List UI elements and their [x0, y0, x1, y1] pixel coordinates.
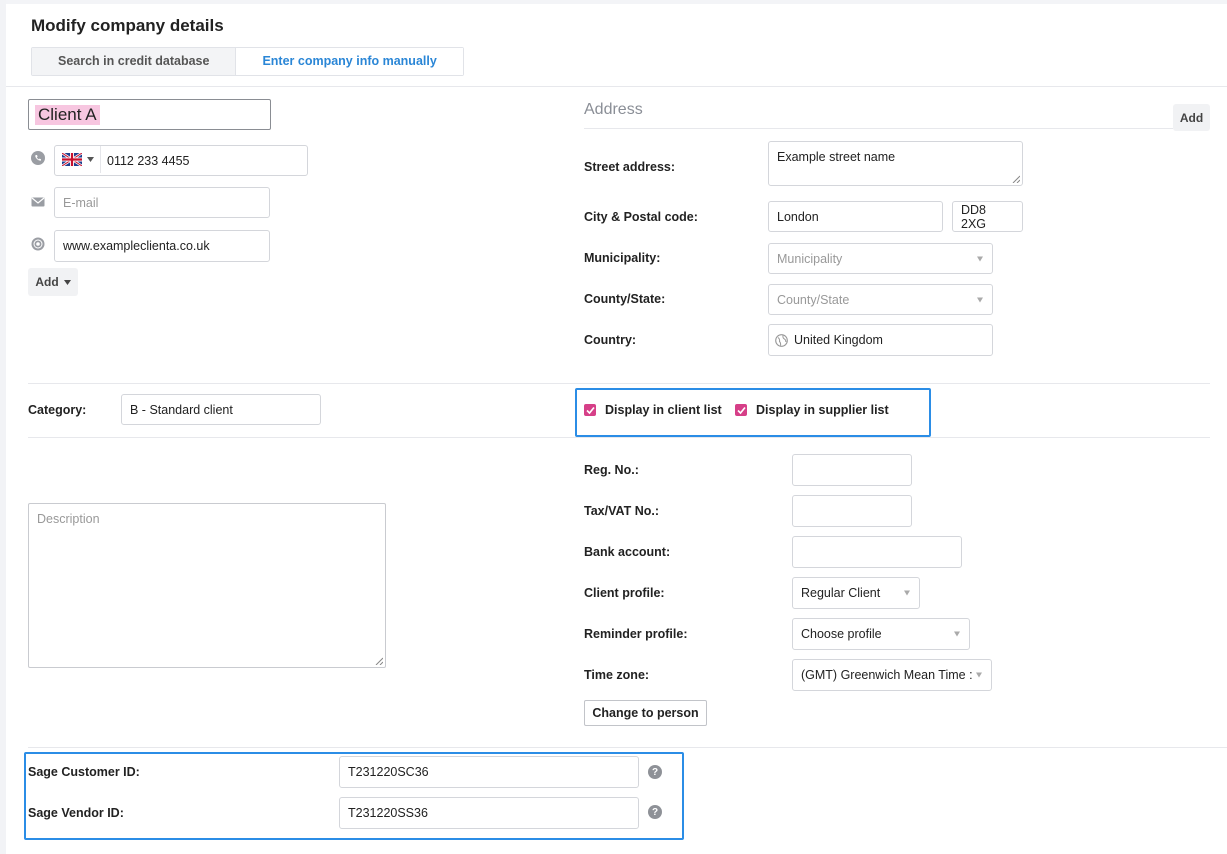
client-profile-value: Regular Client	[801, 586, 881, 600]
uk-flag-icon	[62, 153, 82, 166]
supplier-list-checkbox[interactable]	[735, 404, 747, 416]
email-icon	[31, 197, 45, 207]
top-divider	[0, 0, 1227, 4]
add-contact-button[interactable]: Add	[28, 268, 78, 296]
chevron-down-icon	[87, 157, 94, 162]
globe-icon	[775, 334, 788, 347]
supplier-list-label[interactable]: Display in supplier list	[756, 403, 889, 417]
city-value: London	[777, 209, 819, 224]
chevron-down-icon	[954, 631, 960, 637]
sage-vendor-id-input[interactable]: T231220SS36	[339, 797, 639, 829]
tax-vat-input[interactable]	[792, 495, 912, 527]
bank-account-label: Bank account:	[584, 545, 671, 559]
chevron-down-icon	[63, 279, 71, 285]
municipality-placeholder: Municipality	[777, 251, 843, 266]
website-input[interactable]: www.exampleclienta.co.uk	[54, 230, 270, 262]
time-zone-label: Time zone:	[584, 668, 650, 682]
section-divider-1	[28, 383, 1210, 384]
header-divider	[6, 86, 1227, 87]
sage-customer-id-input[interactable]: T231220SC36	[339, 756, 639, 788]
client-profile-select[interactable]: Regular Client	[792, 577, 920, 609]
street-address-label: Street address:	[584, 160, 676, 174]
change-to-person-button[interactable]: Change to person	[584, 700, 707, 726]
sage-customer-id-label: Sage Customer ID:	[28, 765, 140, 779]
client-list-label[interactable]: Display in client list	[605, 403, 722, 417]
resize-handle-icon[interactable]	[375, 657, 383, 665]
page-title: Modify company details	[31, 16, 224, 35]
time-zone-value: (GMT) Greenwich Mean Time :	[801, 668, 973, 682]
email-placeholder: E-mail	[63, 195, 99, 210]
resize-handle-icon[interactable]	[1012, 175, 1020, 183]
category-select[interactable]: B - Standard client	[121, 394, 321, 425]
section-divider-3	[28, 747, 1227, 748]
municipality-label: Municipality:	[584, 251, 661, 265]
chevron-down-icon	[977, 256, 983, 261]
country-label: Country:	[584, 333, 637, 347]
bank-account-input[interactable]	[792, 536, 962, 568]
tax-vat-label: Tax/VAT No.:	[584, 504, 659, 518]
municipality-select[interactable]: Municipality	[768, 243, 993, 274]
email-input[interactable]: E-mail	[54, 187, 270, 218]
description-textarea[interactable]: Description	[28, 503, 386, 668]
chevron-down-icon	[904, 590, 910, 596]
county-state-label: County/State:	[584, 292, 666, 306]
phone-value: 0112 233 4455	[107, 153, 190, 168]
address-divider	[584, 128, 1173, 129]
check-icon	[585, 406, 595, 414]
county-state-select[interactable]: County/State	[768, 284, 993, 315]
address-heading: Address	[584, 101, 643, 118]
reg-no-input[interactable]	[792, 454, 912, 486]
country-input[interactable]: United Kingdom	[768, 324, 993, 356]
country-code-selector[interactable]	[55, 146, 101, 173]
category-label: Category:	[28, 403, 87, 417]
reminder-profile-label: Reminder profile:	[584, 627, 688, 641]
modify-company-page: Modify company details Search in credit …	[0, 0, 1227, 854]
sage-customer-id-value: T231220SC36	[348, 765, 429, 779]
city-postal-label: City & Postal code:	[584, 210, 698, 224]
section-divider-2	[28, 437, 1210, 438]
company-name-text: Client A	[35, 104, 100, 125]
tab-enter-manually[interactable]: Enter company info manually	[235, 48, 463, 75]
sage-vendor-id-value: T231220SS36	[348, 806, 428, 820]
help-icon[interactable]: ?	[648, 765, 662, 779]
phone-icon	[31, 151, 45, 165]
reminder-profile-select[interactable]: Choose profile	[792, 618, 970, 650]
country-value: United Kingdom	[794, 333, 883, 347]
street-address-input[interactable]: Example street name	[768, 141, 1023, 186]
description-placeholder: Description	[37, 512, 100, 526]
left-gutter	[0, 0, 6, 854]
company-name-input[interactable]: Client A	[28, 99, 271, 130]
postal-code-input[interactable]: DD8 2XG	[952, 201, 1023, 232]
check-icon	[736, 406, 746, 414]
tab-search-credit-database[interactable]: Search in credit database	[32, 48, 236, 75]
time-zone-select[interactable]: (GMT) Greenwich Mean Time :	[792, 659, 992, 691]
sage-vendor-id-label: Sage Vendor ID:	[28, 806, 124, 820]
county-state-placeholder: County/State	[777, 292, 850, 307]
postal-code-value: DD8 2XG	[961, 202, 987, 231]
client-list-checkbox[interactable]	[584, 404, 596, 416]
reminder-profile-value: Choose profile	[801, 627, 882, 641]
chevron-down-icon	[976, 672, 982, 678]
category-value: B - Standard client	[130, 402, 233, 417]
reg-no-label: Reg. No.:	[584, 463, 639, 477]
website-value: www.exampleclienta.co.uk	[63, 239, 210, 253]
street-address-value: Example street name	[777, 150, 896, 164]
tab-bar: Search in credit database Enter company …	[31, 47, 464, 76]
client-profile-label: Client profile:	[584, 586, 665, 600]
help-icon[interactable]: ?	[648, 805, 662, 819]
add-address-button[interactable]: Add	[1173, 104, 1210, 131]
add-contact-label: Add	[35, 275, 59, 289]
website-icon	[31, 237, 45, 251]
city-input[interactable]: London	[768, 201, 943, 232]
chevron-down-icon	[977, 297, 983, 302]
